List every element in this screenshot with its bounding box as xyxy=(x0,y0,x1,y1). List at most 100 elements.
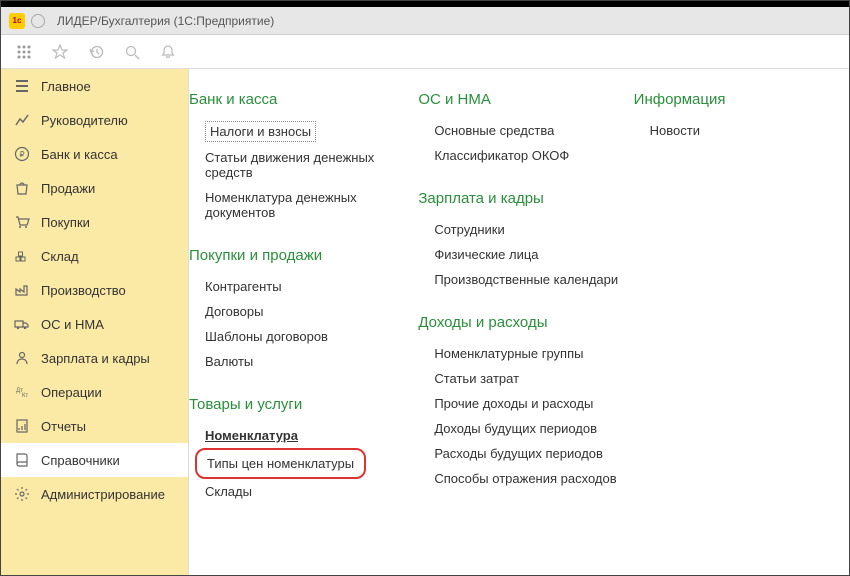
sidebar-item-label: Продажи xyxy=(41,181,95,196)
section-link[interactable]: Договоры xyxy=(205,299,396,324)
svg-text:₽: ₽ xyxy=(19,150,24,159)
history-icon[interactable] xyxy=(87,43,105,61)
report-icon xyxy=(13,417,31,435)
bell-icon[interactable] xyxy=(159,43,177,61)
sidebar-item-label: Зарплата и кадры xyxy=(41,351,150,366)
sidebar-item-6[interactable]: Производство xyxy=(1,273,188,307)
section-link[interactable]: Новости xyxy=(650,118,841,143)
ruble-icon: ₽ xyxy=(13,145,31,163)
svg-text:Кт: Кт xyxy=(22,393,28,399)
sidebar-item-label: Покупки xyxy=(41,215,90,230)
section-link[interactable]: Статьи движения денежных средств xyxy=(205,145,396,185)
sidebar-item-9[interactable]: ДтКт Операции xyxy=(1,375,188,409)
toolbar xyxy=(1,35,849,69)
sidebar: Главное Руководителю ₽ Банк и касса Продажи П… xyxy=(1,69,189,575)
section-title[interactable]: ОС и НМА xyxy=(418,91,625,108)
person-icon xyxy=(13,349,31,367)
section-link[interactable]: Типы цен номенклатуры xyxy=(195,448,366,479)
section: Товары и услуги НоменклатураТипы цен номе… xyxy=(189,396,396,504)
search-icon[interactable] xyxy=(123,43,141,61)
sidebar-item-8[interactable]: Зарплата и кадры xyxy=(1,341,188,375)
section-link[interactable]: Налоги и взносы xyxy=(205,121,316,142)
section: Покупки и продажи КонтрагентыДоговорыШабл… xyxy=(189,247,396,374)
content-area: Главное Руководителю ₽ Банк и касса Продажи П… xyxy=(1,69,849,575)
section-link[interactable]: Классификатор ОКОФ xyxy=(434,143,625,168)
stock-icon xyxy=(13,247,31,265)
section-title[interactable]: Покупки и продажи xyxy=(189,247,396,264)
section: Зарплата и кадры СотрудникиФизические лиц… xyxy=(418,190,625,292)
chart-icon xyxy=(13,111,31,129)
section: ОС и НМА Основные средстваКлассификатор О… xyxy=(418,91,625,168)
section-link[interactable]: Валюты xyxy=(205,349,396,374)
sidebar-item-5[interactable]: Склад xyxy=(1,239,188,273)
sidebar-item-label: Справочники xyxy=(41,453,120,468)
sidebar-item-0[interactable]: Главное xyxy=(1,69,188,103)
section-title[interactable]: Информация xyxy=(634,91,841,108)
sidebar-item-label: Отчеты xyxy=(41,419,86,434)
truck-icon xyxy=(13,315,31,333)
sidebar-item-7[interactable]: ОС и НМА xyxy=(1,307,188,341)
sidebar-item-label: Администрирование xyxy=(41,487,165,502)
section-link[interactable]: Номенклатура денежных документов xyxy=(205,185,396,225)
section-link[interactable]: Основные средства xyxy=(434,118,625,143)
cart-icon xyxy=(13,213,31,231)
sidebar-item-3[interactable]: Продажи xyxy=(1,171,188,205)
dropdown-icon[interactable] xyxy=(31,14,45,28)
section-link[interactable]: Шаблоны договоров xyxy=(205,324,396,349)
gear-icon xyxy=(13,485,31,503)
section-link[interactable]: Физические лица xyxy=(434,242,625,267)
sidebar-item-10[interactable]: Отчеты xyxy=(1,409,188,443)
column-2: Информация Новости xyxy=(634,91,849,575)
window-titlebar: 1c ЛИДЕР/Бухгалтерия (1С:Предприятие) xyxy=(1,7,849,35)
sidebar-item-12[interactable]: Администрирование xyxy=(1,477,188,511)
section-title[interactable]: Доходы и расходы xyxy=(418,314,625,331)
section-link[interactable]: Контрагенты xyxy=(205,274,396,299)
sidebar-item-label: Главное xyxy=(41,79,91,94)
section-items: Налоги и взносы Статьи движения денежных … xyxy=(189,118,396,225)
section-title[interactable]: Товары и услуги xyxy=(189,396,396,413)
section-link[interactable]: Сотрудники xyxy=(434,217,625,242)
section-items: Основные средстваКлассификатор ОКОФ xyxy=(418,118,625,168)
dkkt-icon: ДтКт xyxy=(13,383,31,401)
section-items: НоменклатураТипы цен номенклатурыСклады xyxy=(189,423,396,504)
main-panel: Банк и касса Налоги и взносы Статьи движен… xyxy=(189,69,849,575)
factory-icon xyxy=(13,281,31,299)
section-items: КонтрагентыДоговорыШаблоны договоровВалю… xyxy=(189,274,396,374)
menu-icon xyxy=(13,77,31,95)
section-title[interactable]: Банк и касса xyxy=(189,91,396,108)
sidebar-item-label: Руководителю xyxy=(41,113,128,128)
logo-1c-icon: 1c xyxy=(9,13,25,29)
sidebar-item-11[interactable]: Справочники xyxy=(1,443,188,477)
section-link[interactable]: Номенклатурные группы xyxy=(434,341,625,366)
section-link[interactable]: Производственные календари xyxy=(434,267,625,292)
sidebar-item-4[interactable]: Покупки xyxy=(1,205,188,239)
section-title[interactable]: Зарплата и кадры xyxy=(418,190,625,207)
section-items: Номенклатурные группыСтатьи затратПрочие… xyxy=(418,341,625,491)
apps-icon[interactable] xyxy=(15,43,33,61)
section-link[interactable]: Статьи затрат xyxy=(434,366,625,391)
window-title: ЛИДЕР/Бухгалтерия (1С:Предприятие) xyxy=(57,14,274,28)
sidebar-item-label: Склад xyxy=(41,249,79,264)
section-link[interactable]: Доходы будущих периодов xyxy=(434,416,625,441)
section-link[interactable]: Номенклатура xyxy=(205,423,396,448)
section-items: Новости xyxy=(634,118,841,143)
star-icon[interactable] xyxy=(51,43,69,61)
section-link[interactable]: Прочие доходы и расходы xyxy=(434,391,625,416)
book-icon xyxy=(13,451,31,469)
sidebar-item-label: ОС и НМА xyxy=(41,317,104,332)
bag-icon xyxy=(13,179,31,197)
sidebar-item-2[interactable]: ₽ Банк и касса xyxy=(1,137,188,171)
sidebar-item-label: Производство xyxy=(41,283,126,298)
section-link[interactable]: Способы отражения расходов xyxy=(434,466,625,491)
sidebar-item-1[interactable]: Руководителю xyxy=(1,103,188,137)
sidebar-item-label: Операции xyxy=(41,385,102,400)
section: Банк и касса Налоги и взносы Статьи движен… xyxy=(189,91,396,225)
section: Доходы и расходы Номенклатурные группыСта… xyxy=(418,314,625,491)
section-items: СотрудникиФизические лицаПроизводственны… xyxy=(418,217,625,292)
column-0: Банк и касса Налоги и взносы Статьи движен… xyxy=(189,91,404,575)
sidebar-item-label: Банк и касса xyxy=(41,147,118,162)
section-link[interactable]: Склады xyxy=(205,479,396,504)
column-1: ОС и НМА Основные средстваКлассификатор О… xyxy=(404,91,633,575)
section-link[interactable]: Расходы будущих периодов xyxy=(434,441,625,466)
section: Информация Новости xyxy=(634,91,841,143)
